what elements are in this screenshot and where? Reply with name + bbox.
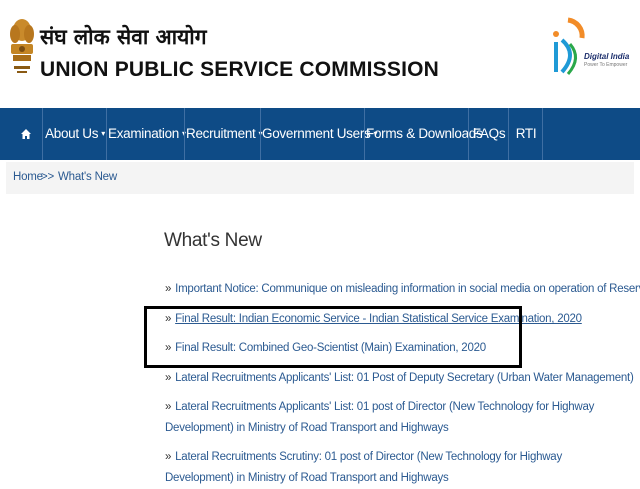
hindi-title: संघ लोक सेवा आयोग xyxy=(40,25,207,49)
nav-separator xyxy=(542,108,543,160)
main-nav: About Us▾ Examination▾ Recruitment▾ Gove… xyxy=(0,108,640,160)
nav-rti[interactable]: RTI xyxy=(510,108,542,160)
nav-about-us-label: About Us xyxy=(45,126,99,141)
nav-separator xyxy=(106,108,107,160)
nav-forms-downloads[interactable]: Forms & Downloads xyxy=(366,108,483,160)
bullet: » xyxy=(165,283,172,295)
digital-india-tagline: Power To Empower xyxy=(584,62,628,68)
page-title: What's New xyxy=(164,230,262,251)
bullet: » xyxy=(165,451,172,463)
nav-faqs[interactable]: FAQs xyxy=(470,108,508,160)
nav-recruitment[interactable]: Recruitment▾ xyxy=(186,108,262,160)
nav-about-us[interactable]: About Us ▾ xyxy=(44,108,106,160)
nav-separator xyxy=(508,108,509,160)
home-icon xyxy=(21,129,31,140)
breadcrumb-current: What's New xyxy=(58,171,117,183)
nav-separator xyxy=(42,108,43,160)
nav-government-users-label: Government Users xyxy=(262,126,371,141)
nav-examination[interactable]: Examination▾ xyxy=(108,108,186,160)
digital-india-text: Digital India xyxy=(584,52,630,61)
chevron-down-icon: ▾ xyxy=(101,129,105,139)
nav-separator xyxy=(468,108,469,160)
breadcrumb-separator: >> xyxy=(41,171,55,183)
nav-separator xyxy=(260,108,261,160)
news-item[interactable]: » Important Notice: Communique on mislead… xyxy=(165,279,640,300)
news-link[interactable]: Important Notice: Communique on misleadi… xyxy=(175,283,640,295)
news-link[interactable]: Lateral Recruitments Applicants' List: 0… xyxy=(165,401,594,434)
org-name[interactable]: UNION PUBLIC SERVICE COMMISSION xyxy=(40,58,439,82)
nav-forms-downloads-label: Forms & Downloads xyxy=(366,126,483,141)
nav-faqs-label: FAQs xyxy=(472,126,506,141)
breadcrumb-home[interactable]: Home xyxy=(13,171,43,183)
nav-separator xyxy=(364,108,365,160)
nav-recruitment-label: Recruitment xyxy=(186,126,256,141)
nav-rti-label: RTI xyxy=(515,126,537,141)
nav-separator xyxy=(184,108,185,160)
nav-government-users[interactable]: Government Users ▾ xyxy=(262,108,377,160)
national-emblem-icon xyxy=(10,19,34,73)
news-link[interactable]: Lateral Recruitments Applicants' List: 0… xyxy=(175,372,634,384)
nav-home[interactable] xyxy=(12,108,40,160)
digital-india-logo-icon[interactable] xyxy=(548,14,588,80)
news-link[interactable]: Lateral Recruitments Scrutiny: 01 post o… xyxy=(165,451,562,484)
news-item[interactable]: » Lateral Recruitments Applicants' List: … xyxy=(165,397,620,439)
news-item[interactable]: » Lateral Recruitments Scrutiny: 01 post … xyxy=(165,447,620,489)
breadcrumb: Home >> What's New xyxy=(6,162,634,194)
nav-examination-label: Examination xyxy=(108,126,179,141)
highlight-box xyxy=(144,306,522,368)
bullet: » xyxy=(165,401,172,413)
bullet: » xyxy=(165,372,172,384)
news-item[interactable]: » Lateral Recruitments Applicants' List: … xyxy=(165,368,634,389)
site-header: संघ लोक सेवा आयोग UNION PUBLIC SERVICE C… xyxy=(0,0,640,106)
